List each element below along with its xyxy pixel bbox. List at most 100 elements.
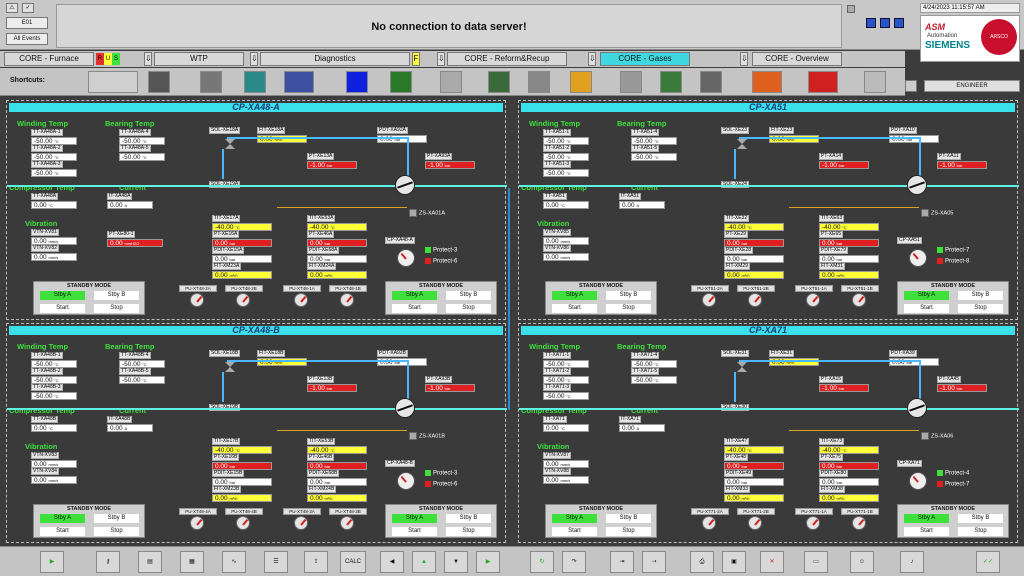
standby-b-button[interactable]: Stby B [606, 514, 651, 523]
audio-icon[interactable]: ♪ [900, 551, 924, 573]
nav-arrow-down[interactable]: ⇩ [437, 52, 445, 66]
keys-icon[interactable]: ⚷ [96, 551, 120, 573]
value-field[interactable]: 0.00 bar [212, 255, 272, 263]
value-field[interactable]: 0.00 m³/h [212, 271, 272, 279]
all-events-button[interactable]: All Events [6, 33, 48, 45]
redo-icon[interactable]: ↷ [562, 551, 586, 573]
pressure-gauge-icon[interactable] [909, 249, 927, 267]
value-field[interactable]: -1.00 bar [425, 384, 475, 392]
nav-arrow-down[interactable]: ⇩ [740, 52, 748, 66]
value-field[interactable]: 0.00 mm/s [543, 460, 589, 468]
value-field[interactable]: -1.00 bar [937, 161, 987, 169]
stop-button[interactable]: Stop [606, 304, 651, 313]
value-field[interactable]: -40.00 °C [307, 446, 367, 454]
value-field[interactable]: -50.00 °C [119, 376, 165, 384]
standby-a-button[interactable]: Stby A [552, 514, 597, 523]
pump[interactable]: PU-XT48-1A [283, 285, 321, 307]
value-field[interactable]: 0.00 bar [819, 239, 879, 247]
nav-core-reform[interactable]: CORE - Reform&Recup [447, 52, 567, 66]
pressure-gauge-icon[interactable] [397, 249, 415, 267]
forward-icon[interactable]: ⇢ [642, 551, 666, 573]
value-field[interactable]: -50.00 °C [631, 376, 677, 384]
value-field[interactable]: 0.00 A [619, 201, 665, 209]
value-field[interactable]: -50.00 °C [119, 153, 165, 161]
value-field[interactable]: -50.00 °C [31, 137, 77, 145]
compressor-icon[interactable] [395, 398, 415, 418]
pump[interactable]: PU-XT51-1A [795, 285, 833, 307]
value-field[interactable]: 0.00 m³/h [724, 271, 784, 279]
heater-shortcut-icon[interactable] [570, 71, 592, 93]
value-field[interactable]: 0.00 bar [307, 239, 367, 247]
stop-button[interactable]: Stop [446, 527, 491, 536]
value-field[interactable]: -40.00 °C [724, 446, 784, 454]
pressure-gauge-icon[interactable] [397, 472, 415, 490]
arrow-down-icon[interactable]: ▼ [444, 551, 468, 573]
pump[interactable]: PU-XT71-2B [737, 508, 775, 530]
pump[interactable]: PU-XT71-1A [795, 508, 833, 530]
stop-button[interactable]: Stop [958, 527, 1003, 536]
compressor-icon[interactable] [907, 398, 927, 418]
start-button[interactable]: Start [392, 527, 437, 536]
turbine-shortcut-icon[interactable] [620, 71, 642, 93]
value-field[interactable]: -1.00 bar [819, 161, 869, 169]
pressure-gauge-icon[interactable] [909, 472, 927, 490]
nav-arrow-down[interactable]: ⇩ [588, 52, 596, 66]
value-field[interactable]: -50.00 °C [631, 153, 677, 161]
start-button[interactable]: Start [392, 304, 437, 313]
start-button[interactable]: Start [904, 527, 949, 536]
value-field[interactable]: -50.00 °C [543, 360, 589, 368]
pipe-shortcut-icon[interactable] [88, 71, 138, 93]
valve-icon[interactable] [737, 362, 747, 372]
cooling-tower-shortcut-icon[interactable] [864, 71, 886, 93]
value-field[interactable]: 0.00 mm/s [543, 476, 589, 484]
value-field[interactable]: 0.00 bar [307, 255, 367, 263]
value-field[interactable]: -40.00 °C [212, 446, 272, 454]
play-icon[interactable]: ▶ [40, 551, 64, 573]
value-field[interactable]: 0.00 bar [724, 239, 784, 247]
tank-shortcut-icon[interactable] [346, 71, 368, 93]
export-icon[interactable]: ⇪ [304, 551, 328, 573]
pump[interactable]: PU-XT51-1B [841, 285, 879, 307]
compressor-shortcut-icon[interactable] [488, 71, 510, 93]
value-field[interactable]: -50.00 °C [543, 376, 589, 384]
nav-arrow-down[interactable]: ⇩ [250, 52, 258, 66]
value-field[interactable]: 0.00 bar [307, 462, 367, 470]
value-field[interactable]: 0.00 m³/h [307, 494, 367, 502]
standby-a-button[interactable]: Stby A [40, 514, 85, 523]
nav-diagnostics[interactable]: Diagnostics [260, 52, 410, 66]
user-icon[interactable]: ☺ [850, 551, 874, 573]
value-field[interactable]: -1.00 bar [937, 384, 987, 392]
valve-icon[interactable] [225, 139, 235, 149]
trend-icon[interactable]: ∿ [222, 551, 246, 573]
standby-b-button[interactable]: Stby B [958, 514, 1003, 523]
stop-button[interactable]: Stop [446, 304, 491, 313]
nav-wtp[interactable]: WTP [154, 52, 244, 66]
value-field[interactable]: 0.00 m³/h [724, 494, 784, 502]
motor-shortcut-icon[interactable] [284, 71, 314, 93]
standby-b-button[interactable]: Stby B [94, 514, 139, 523]
value-field[interactable]: 0.00 mm/s [31, 253, 77, 261]
value-field[interactable]: -40.00 °C [212, 223, 272, 231]
limit-switch[interactable]: ZS-XA05 [921, 209, 953, 217]
filter-shortcut-icon[interactable] [528, 71, 550, 93]
acknowledge-all-icon[interactable]: ✓✓ [976, 551, 1000, 573]
arrow-left-icon[interactable]: ◀ [380, 551, 404, 573]
blower-shortcut-icon[interactable] [148, 71, 170, 93]
compressor-icon[interactable] [395, 175, 415, 195]
standby-b-button[interactable]: Stby B [958, 291, 1003, 300]
value-field[interactable]: -40.00 °C [819, 446, 879, 454]
nav-arrow-down[interactable]: ⇩ [144, 52, 152, 66]
value-field[interactable]: -50.00 °C [31, 153, 77, 161]
standby-b-button[interactable]: Stby B [446, 514, 491, 523]
nav-core-furnace[interactable]: CORE - Furnace [4, 52, 94, 66]
value-field[interactable]: -40.00 °C [307, 223, 367, 231]
valve-shortcut-icon[interactable] [440, 71, 462, 93]
heat-exchanger-shortcut-icon[interactable] [808, 71, 838, 93]
value-field[interactable]: -1.00 bar [307, 161, 357, 169]
standby-a-button[interactable]: Stby A [40, 291, 85, 300]
value-field[interactable]: -50.00 °C [31, 360, 77, 368]
limit-switch[interactable]: ZS-XA01A [409, 209, 445, 217]
pump[interactable]: PU-XT48-2A [179, 285, 217, 307]
standby-a-button[interactable]: Stby A [392, 514, 437, 523]
valve-icon[interactable] [737, 139, 747, 149]
